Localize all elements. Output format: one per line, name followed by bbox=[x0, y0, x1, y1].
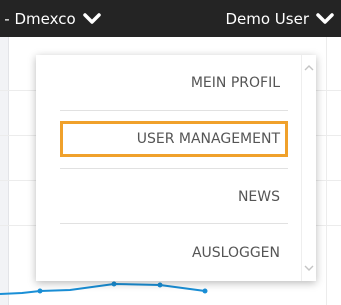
user-menu-toggle[interactable]: Demo User bbox=[225, 0, 335, 37]
user-menu-label: Demo User bbox=[225, 9, 309, 28]
user-dropdown-menu: MEIN PROFIL USER MANAGEMENT NEWS AUSLOGG… bbox=[36, 55, 316, 281]
project-selector[interactable]: 3 - Dmexco bbox=[0, 0, 102, 37]
menu-separator bbox=[60, 110, 288, 111]
menu-scrollbar[interactable] bbox=[301, 55, 316, 281]
menu-item-label: NEWS bbox=[237, 189, 280, 205]
top-header-bar: 3 - Dmexco Demo User bbox=[0, 0, 341, 37]
chart-point bbox=[157, 282, 163, 288]
menu-separator bbox=[60, 223, 288, 224]
chevron-up-icon[interactable] bbox=[302, 61, 316, 75]
menu-item-label: USER MANAGEMENT bbox=[136, 131, 280, 147]
menu-item-news[interactable]: NEWS bbox=[60, 179, 288, 215]
chevron-down-icon bbox=[82, 12, 101, 24]
project-selector-label: 3 - Dmexco bbox=[0, 9, 76, 28]
chart-point bbox=[37, 288, 43, 294]
menu-item-mein-profil[interactable]: MEIN PROFIL bbox=[60, 65, 288, 101]
menu-item-ausloggen[interactable]: AUSLOGGEN bbox=[60, 235, 288, 271]
chart-point bbox=[202, 288, 208, 294]
chevron-down-icon[interactable] bbox=[302, 261, 316, 275]
chart-series-line bbox=[0, 282, 206, 295]
menu-item-label: AUSLOGGEN bbox=[191, 245, 280, 261]
menu-item-label: MEIN PROFIL bbox=[190, 75, 280, 91]
menu-separator bbox=[60, 168, 288, 169]
chevron-down-icon bbox=[316, 12, 334, 24]
chart-point bbox=[111, 281, 117, 287]
menu-item-user-management[interactable]: USER MANAGEMENT bbox=[60, 121, 288, 157]
